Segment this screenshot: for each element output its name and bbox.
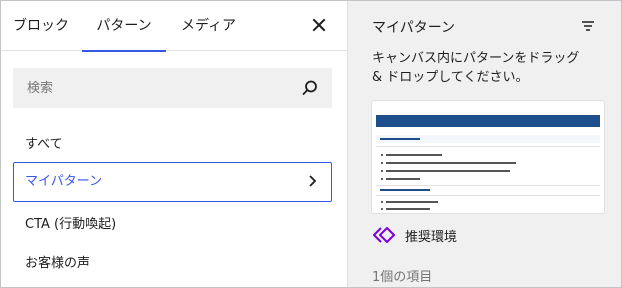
close-button[interactable]: [307, 14, 331, 38]
filter-button[interactable]: [578, 16, 598, 36]
preview-bullet: [381, 162, 383, 164]
preview-heading: [380, 138, 420, 140]
chevron-right-icon: [305, 173, 321, 189]
panel-description: キャンバス内にパターンをドラッグ & ドロップしてください。: [372, 51, 580, 85]
preview-line: [386, 154, 442, 156]
pattern-preview[interactable]: [372, 101, 604, 213]
category-all[interactable]: すべて: [13, 125, 332, 165]
filter-icon: [581, 17, 595, 36]
preview-divider: [376, 195, 600, 196]
preview-divider: [376, 185, 600, 186]
tab-media[interactable]: メディア: [181, 1, 236, 51]
panel-title: マイパターン: [372, 20, 456, 36]
category-label: マイパターン: [25, 174, 103, 189]
tab-patterns[interactable]: パターン: [82, 1, 166, 52]
pattern-explorer-panel: マイパターン キャンバス内にパターンをドラッグ & ドロップしてください。 推奨…: [348, 1, 621, 287]
pattern-name: 推奨環境: [405, 229, 458, 245]
preview-bullet: [381, 201, 383, 203]
search-input[interactable]: [13, 68, 293, 108]
inserter-left-panel: ブロック パターン メディア すべて マイパターン: [1, 1, 348, 287]
preview-header-bar: [376, 115, 600, 127]
preview-line: [386, 178, 420, 180]
close-icon: [312, 17, 326, 36]
tab-blocks[interactable]: ブロック: [13, 1, 69, 51]
category-cta[interactable]: CTA (行動喚起): [13, 205, 332, 245]
item-count: 1個の項目: [372, 270, 433, 285]
preview-heading: [380, 189, 430, 191]
synced-pattern-icon: [372, 225, 396, 245]
preview-line: [386, 162, 516, 164]
preview-line: [386, 170, 510, 172]
preview-bullet: [381, 170, 383, 172]
preview-bullet: [381, 208, 383, 210]
inserter-tabs: ブロック パターン メディア: [1, 1, 347, 52]
preview-divider: [376, 146, 600, 147]
search-box: [13, 68, 332, 108]
category-my-patterns[interactable]: マイパターン: [13, 162, 332, 202]
category-testimonials[interactable]: お客様の声: [13, 244, 332, 284]
preview-bullet: [381, 178, 383, 180]
preview-line: [386, 208, 430, 210]
preview-line: [386, 201, 438, 203]
inserter-window: ブロック パターン メディア すべて マイパターン: [0, 0, 622, 288]
pattern-item-label[interactable]: 推奨環境: [372, 225, 457, 245]
preview-bullet: [381, 154, 383, 156]
search-icon[interactable]: [300, 78, 320, 98]
